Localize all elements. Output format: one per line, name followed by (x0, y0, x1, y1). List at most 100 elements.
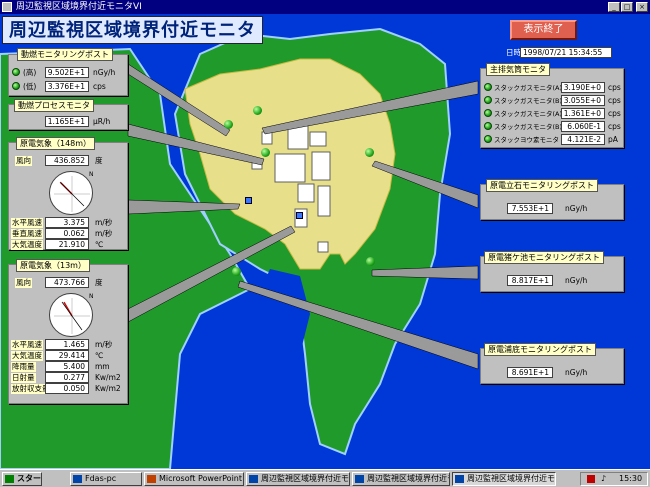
exhaust-row4-label: スタックヨウ素モニタ (494, 136, 559, 144)
tray-app-icon[interactable] (587, 475, 595, 483)
taskbar-item-1-label: Microsoft PowerPoint - [... (159, 474, 243, 483)
label-low: (低) (23, 82, 37, 91)
system-tray: ♪ 15:30 (580, 472, 648, 486)
app-icon (73, 475, 82, 483)
minimize-button[interactable]: _ (608, 2, 620, 12)
weather13-row3-label: 日射量 (11, 373, 36, 383)
weather148-dir-label: 風向 (15, 156, 32, 166)
weather13-row0-label: 水平風速 (11, 340, 43, 350)
taskbar-item-0[interactable]: Fdas-pc (70, 472, 142, 486)
map-weather13-marker[interactable] (296, 212, 303, 219)
powerpoint-icon (147, 475, 156, 483)
weather13-compass-north: N (89, 293, 94, 300)
close-button[interactable]: × (636, 2, 648, 12)
end-display-button[interactable]: 表示終了 (510, 20, 577, 40)
weather13-row2-unit: mm (95, 362, 110, 371)
weather148-compass-needle (54, 176, 90, 212)
weather13-row2-value: 5.400 (45, 361, 89, 372)
page-title: 周辺監視区域境界付近モニタ (2, 16, 263, 44)
app-icon (2, 2, 12, 12)
weather13-row2-label: 降雨量 (11, 362, 36, 372)
label-high: (高) (23, 68, 37, 77)
weather13-row0-value: 1.465 (45, 339, 89, 350)
tray-clock[interactable]: 15:30 (619, 473, 642, 485)
map-led-monitoring-post[interactable] (224, 120, 233, 129)
weather13-row0-unit: m/秒 (95, 340, 113, 349)
weather148-compass: N (49, 171, 94, 215)
weather13-row4-value: 0.050 (45, 383, 89, 394)
exhaust-row1-label: スタックガスモニタ(B) (494, 97, 563, 105)
weather148-compass-north: N (89, 171, 94, 178)
taskbar-item-3-label: 周辺監視区域境界付近モ... (367, 474, 449, 483)
app-icon (249, 475, 258, 483)
exhaust-led2-icon (484, 109, 492, 117)
exhaust-panel: スタックガスモニタ(A) 3.190E+0 cps スタックガスモニタ(B) 3… (480, 68, 624, 148)
exhaust-row3-value: 6.060E-1 (561, 121, 605, 132)
maximize-button[interactable]: □ (621, 2, 633, 12)
weather148-row2-label: 大気温度 (11, 240, 43, 250)
map-led-tateishi[interactable] (365, 148, 374, 157)
map-led-exhaust[interactable] (253, 106, 262, 115)
exhaust-row2-unit: cps (608, 109, 621, 118)
value-high: 9.502E+1 (45, 67, 89, 78)
start-button[interactable]: スタート (2, 472, 42, 486)
taskbar-item-3[interactable]: 周辺監視区域境界付近モ... (352, 472, 450, 486)
exhaust-row0-label: スタックガスモニタ(A) (494, 84, 563, 92)
weather13-dir-value: 473.766 (45, 277, 89, 288)
exhaust-title: 主排気筒モニタ (486, 63, 550, 76)
process-unit: μR/h (93, 117, 111, 126)
tateishi-unit: nGy/h (565, 204, 588, 213)
weather13-compass-needle (54, 298, 90, 334)
taskbar-item-2-label: 周辺監視区域境界付近モニタ (261, 474, 349, 483)
taskbar-item-2[interactable]: 周辺監視区域境界付近モニタ (246, 472, 350, 486)
datetime-label: 日時 (506, 48, 521, 57)
window-titlebar: 周辺監視区域境界付近モニタVI _ □ × (0, 0, 650, 14)
exhaust-row0-value: 3.190E+0 (561, 82, 605, 93)
weather13-title: 原電気象（13m） (16, 259, 90, 272)
process-monitor-title: 動燃プロセスモニタ (14, 99, 94, 112)
weather148-row2-value: 21.910 (45, 239, 89, 250)
unit-low: cps (93, 82, 106, 91)
igagaike-title: 原電猪ケ池モニタリングポスト (484, 251, 604, 264)
exhaust-row4-value: 4.121E-2 (561, 134, 605, 145)
weather148-row0-value: 3.375 (45, 217, 89, 228)
weather13-dir-unit: 度 (95, 278, 103, 287)
exhaust-row2-label: スタックガスモニタ(A) (494, 110, 563, 118)
weather148-row1-unit: m/秒 (95, 229, 113, 238)
taskbar-item-1[interactable]: Microsoft PowerPoint - [... (144, 472, 244, 486)
taskbar-item-4-label: 周辺監視区域境界付近モニタ (467, 474, 555, 483)
exhaust-row2-value: 1.361E+0 (561, 108, 605, 119)
exhaust-row1-unit: cps (608, 96, 621, 105)
weather148-dir-unit: 度 (95, 156, 103, 165)
weather148-title: 原電気象（148m） (16, 137, 96, 150)
main-frame: 周辺監視区域境界付近モニタ 表示終了 日時 1998/07/21 15:34:5… (0, 14, 650, 469)
weather148-row0-unit: m/秒 (95, 218, 113, 227)
igagaike-unit: nGy/h (565, 276, 588, 285)
window-title: 周辺監視区域境界付近モニタVI (16, 2, 142, 12)
igagaike-value: 8.817E+1 (507, 275, 553, 286)
exhaust-row3-label: スタックガスモニタ(B) (494, 123, 563, 131)
weather13-row1-label: 大気温度 (11, 351, 43, 361)
taskbar: スタート Fdas-pc Microsoft PowerPoint - [...… (0, 469, 650, 487)
urasoko-unit: nGy/h (565, 368, 588, 377)
weather13-row3-unit: Kw/m2 (95, 373, 121, 382)
speaker-icon[interactable]: ♪ (601, 473, 606, 485)
weather13-dir-label: 風向 (15, 278, 32, 288)
value-low: 3.376E+1 (45, 81, 89, 92)
map-led-process[interactable] (261, 148, 270, 157)
app-icon (455, 475, 464, 483)
windows-logo-icon (5, 475, 14, 483)
unit-high: nGy/h (93, 68, 116, 77)
exhaust-led3-icon (484, 122, 492, 130)
weather148-row0-label: 水平風速 (11, 218, 43, 228)
start-label: スタート (17, 474, 41, 483)
weather13-row4-unit: Kw/m2 (95, 384, 121, 393)
tateishi-title: 原電立石モニタリングポスト (486, 179, 598, 192)
datetime-value: 1998/07/21 15:34:55 (520, 47, 612, 58)
map-weather148-marker[interactable] (245, 197, 252, 204)
map-led-igagaike[interactable] (366, 257, 375, 266)
taskbar-item-4[interactable]: 周辺監視区域境界付近モニタ (452, 472, 556, 486)
weather148-row1-label: 垂直風速 (11, 229, 43, 239)
map-led-urasoko[interactable] (232, 267, 241, 276)
exhaust-led1-icon (484, 96, 492, 104)
